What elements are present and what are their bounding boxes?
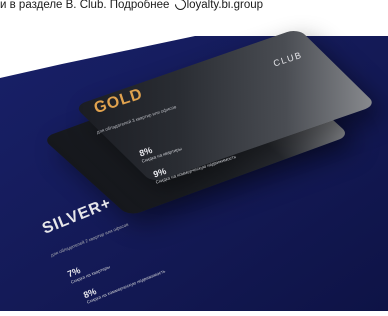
caption-text: и в разделе B. Club. Подробнее	[0, 0, 173, 11]
promo-banner: GOLD CLUB для обладателей 3 квартир или …	[0, 0, 388, 311]
caption-line: и в разделе B. Club. Подробнее loyalty.b…	[0, 0, 388, 20]
link-icon	[172, 0, 188, 13]
loyalty-link[interactable]: loyalty.bi.group	[187, 0, 264, 11]
